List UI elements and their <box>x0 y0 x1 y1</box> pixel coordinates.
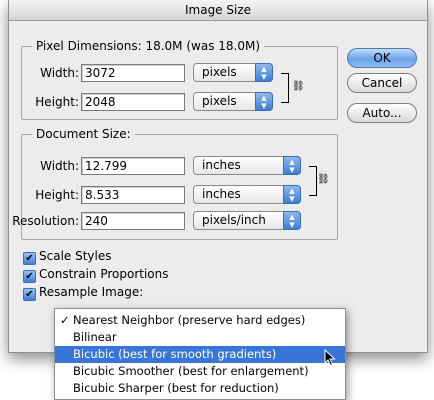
pixel-height-field[interactable] <box>81 93 185 111</box>
constrain-proportions-checkbox[interactable]: ✔ Constrain Proportions <box>23 266 169 283</box>
menu-item-bicubic-smoother[interactable]: Bicubic Smoother (best for enlargement) <box>55 363 345 380</box>
popup-arrows-icon: ▲ ▼ <box>283 156 301 175</box>
doc-height-unit-select[interactable]: inches ▲ ▼ <box>193 185 301 204</box>
constrain-proportions-label: Constrain Proportions <box>39 267 169 281</box>
pixel-width-field[interactable] <box>81 64 185 82</box>
pixel-width-unit-select[interactable]: pixels ▲ ▼ <box>193 63 273 82</box>
doc-height-unit-value: inches <box>202 187 241 201</box>
doc-height-field[interactable] <box>81 186 185 204</box>
popup-arrows-icon: ▲ ▼ <box>255 92 273 111</box>
chain-link-icon: ⛓ <box>292 81 305 92</box>
scale-styles-label: Scale Styles <box>39 249 112 263</box>
menu-item-bicubic-sharper[interactable]: Bicubic Sharper (best for reduction) <box>55 380 345 397</box>
doc-height-label: Height: <box>35 188 79 202</box>
pixel-height-label: Height: <box>35 95 79 109</box>
dialog-title: Image Size <box>9 0 427 21</box>
resolution-label: Resolution: <box>12 214 79 228</box>
pixel-width-unit-value: pixels <box>202 65 237 79</box>
resolution-field[interactable] <box>81 212 185 230</box>
resample-image-label: Resample Image: <box>39 285 144 299</box>
pixel-link-bracket <box>281 73 289 103</box>
menu-item-bilinear[interactable]: Bilinear <box>55 329 345 346</box>
chain-link-icon: ⛓ <box>317 174 330 185</box>
menu-item-label: Bicubic Sharper (best for reduction) <box>73 381 279 395</box>
pixel-height-unit-select[interactable]: pixels ▲ ▼ <box>193 92 273 111</box>
menu-item-nearest-neighbor[interactable]: ✓ Nearest Neighbor (preserve hard edges) <box>55 312 345 329</box>
popup-arrows-icon: ▲ ▼ <box>283 185 301 204</box>
checkmark-icon: ✔ <box>23 252 36 265</box>
doc-width-unit-select[interactable]: inches ▲ ▼ <box>193 156 301 175</box>
menu-item-label: Bicubic Smoother (best for enlargement) <box>73 364 309 378</box>
ok-button[interactable]: OK <box>347 48 417 68</box>
resample-method-menu: ✓ Nearest Neighbor (preserve hard edges)… <box>54 308 346 400</box>
auto-button[interactable]: Auto... <box>347 103 417 123</box>
doc-link-bracket <box>309 166 317 196</box>
pixel-dimensions-label: Pixel Dimensions: 18.0M (was 18.0M) <box>32 38 265 54</box>
popup-arrows-icon: ▲ ▼ <box>255 63 273 82</box>
doc-width-label: Width: <box>40 159 79 173</box>
pixel-height-unit-value: pixels <box>202 94 237 108</box>
checkmark-icon: ✔ <box>23 270 36 283</box>
doc-width-field[interactable] <box>81 157 185 175</box>
resolution-unit-select[interactable]: pixels/inch ▲ ▼ <box>193 211 301 230</box>
popup-arrows-icon: ▲ ▼ <box>283 211 301 230</box>
checkmark-icon: ✓ <box>60 313 70 327</box>
cancel-button[interactable]: Cancel <box>347 73 417 93</box>
document-size-label: Document Size: <box>32 126 135 142</box>
menu-item-bicubic[interactable]: Bicubic (best for smooth gradients) <box>55 346 345 363</box>
pixel-width-label: Width: <box>40 66 79 80</box>
scale-styles-checkbox[interactable]: ✔ Scale Styles <box>23 248 112 265</box>
menu-item-label: Bilinear <box>73 330 117 344</box>
resample-image-checkbox[interactable]: ✔ Resample Image: <box>23 284 144 301</box>
mouse-cursor-icon <box>324 349 336 367</box>
menu-item-label: Nearest Neighbor (preserve hard edges) <box>73 313 306 327</box>
resolution-unit-value: pixels/inch <box>202 213 266 227</box>
image-size-dialog: Image Size Pixel Dimensions: 18.0M (was … <box>8 0 428 353</box>
menu-item-label: Bicubic (best for smooth gradients) <box>73 347 277 361</box>
doc-width-unit-value: inches <box>202 158 241 172</box>
checkmark-icon: ✔ <box>23 288 36 301</box>
